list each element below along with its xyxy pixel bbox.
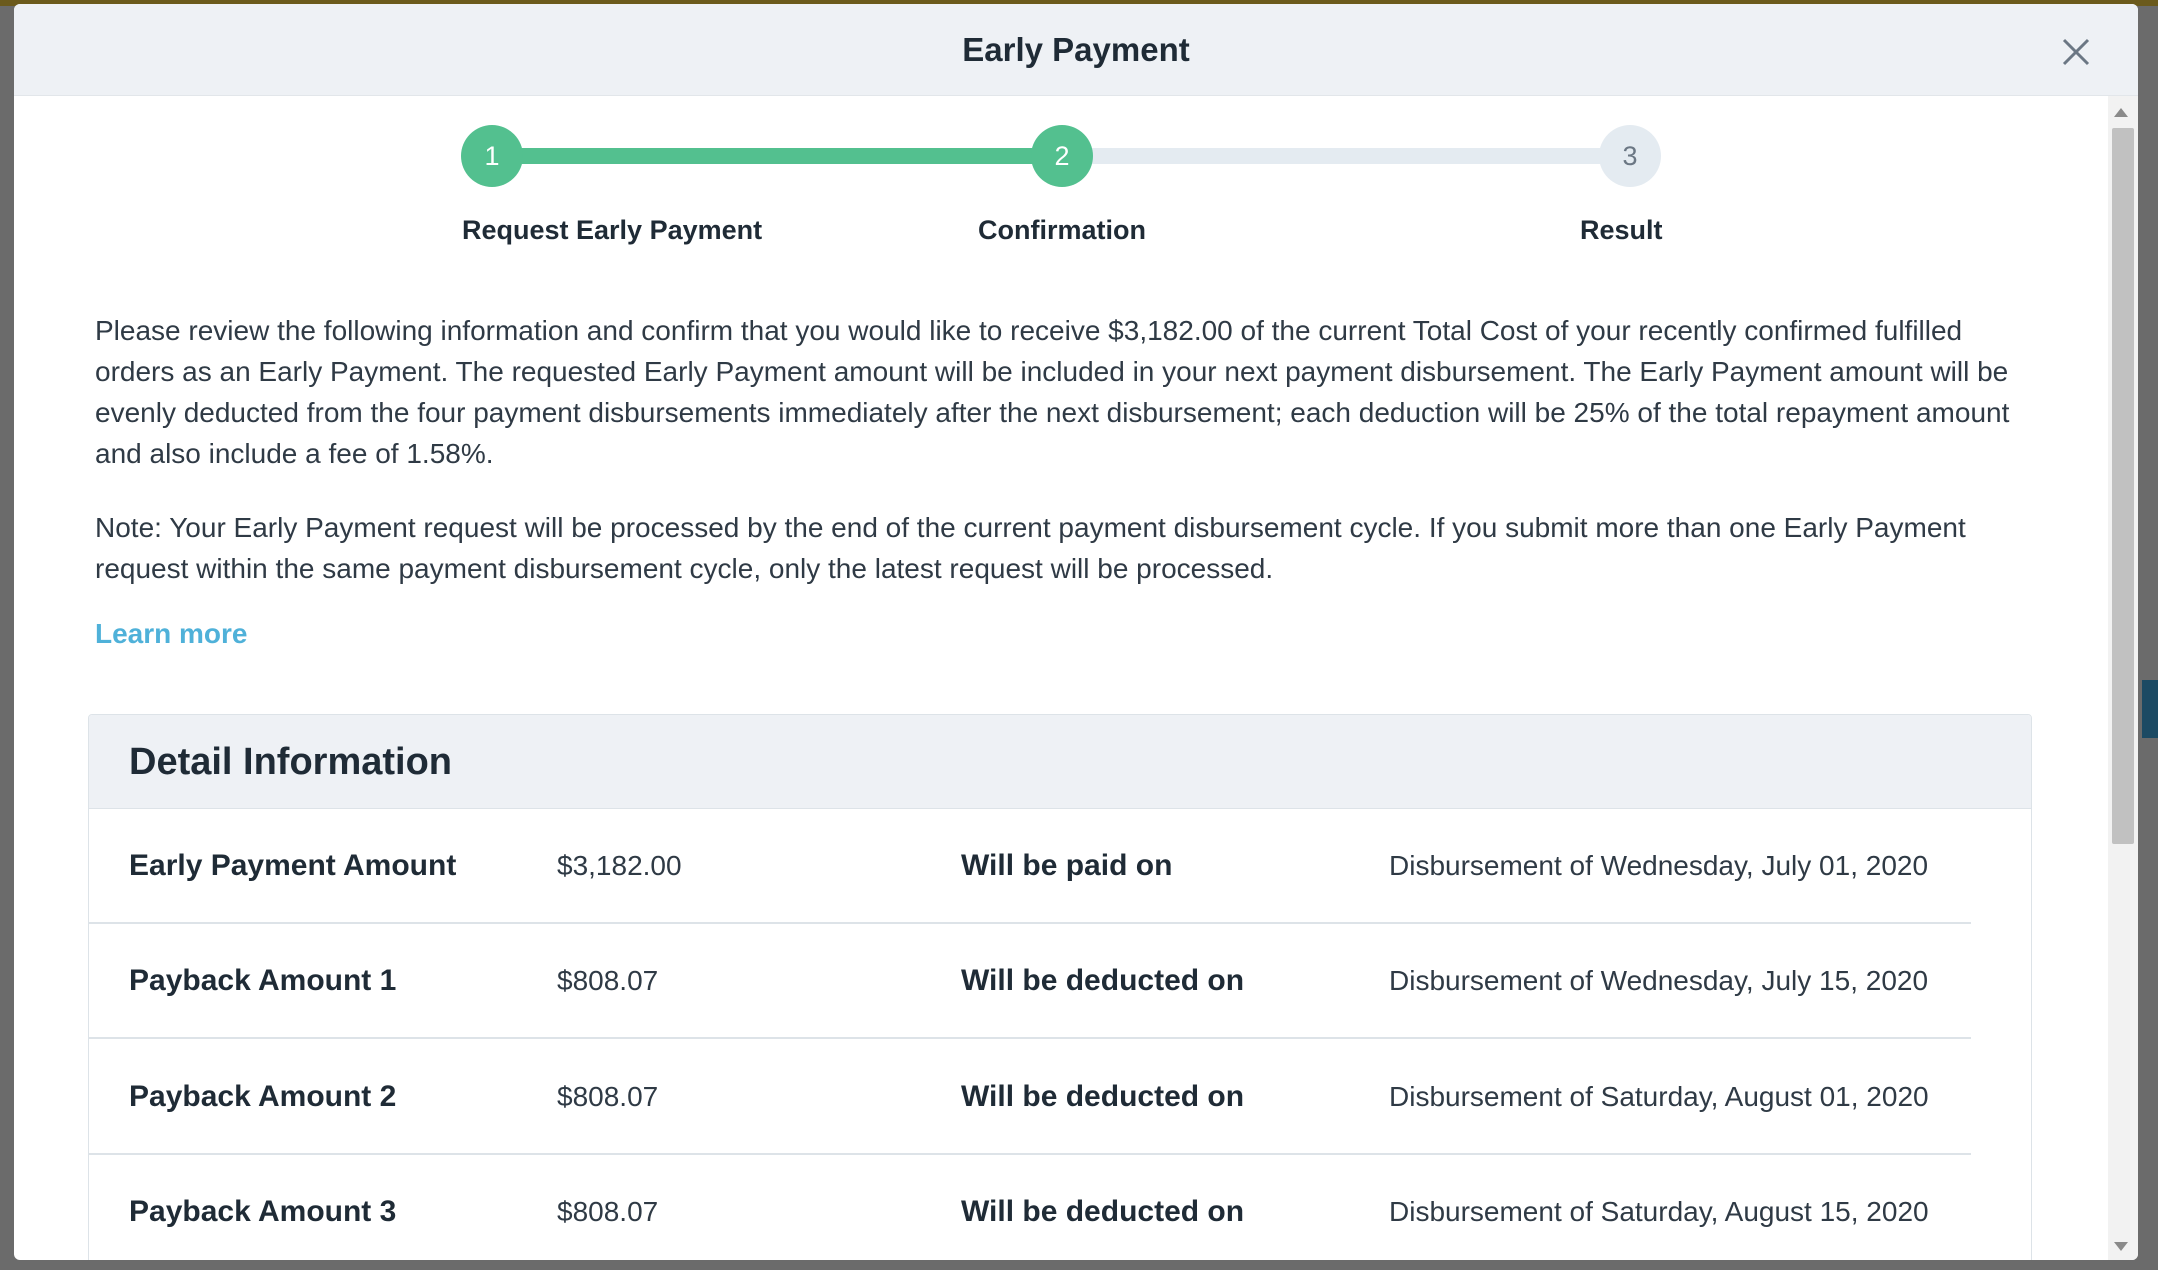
row-when-label: Will be paid on <box>961 849 1173 882</box>
stepper-line-pending <box>1074 148 1644 164</box>
detail-card-header: Detail Information <box>89 715 2031 809</box>
row-date: Disbursement of Saturday, August 01, 202… <box>1389 1081 1929 1112</box>
modal-scroll-content: 1 2 3 Request Early Payment Confirmation… <box>14 96 2108 1260</box>
row-when-label: Will be deducted on <box>961 1195 1245 1228</box>
processing-note: Note: Your Early Payment request will be… <box>95 512 1966 584</box>
backdrop-partial-panel <box>2142 680 2158 738</box>
stepper-line-completed <box>504 148 1074 164</box>
row-date: Disbursement of Wednesday, July 01, 2020 <box>1389 850 1929 881</box>
row-amount: $808.07 <box>557 1196 659 1227</box>
detail-row-payback-2: Payback Amount 2 $808.07 Will be deducte… <box>89 1040 1971 1155</box>
row-amount: $808.07 <box>557 1081 659 1112</box>
detail-row-payback-3: Payback Amount 3 $808.07 Will be deducte… <box>89 1155 1971 1260</box>
row-label: Payback Amount 1 <box>129 964 397 997</box>
step-2-circle: 2 <box>1031 125 1093 187</box>
step-3-label: Result <box>1580 215 1663 245</box>
row-label: Payback Amount 3 <box>129 1195 397 1228</box>
modal-title: Early Payment <box>962 31 1190 68</box>
close-button[interactable] <box>2054 30 2098 74</box>
row-amount: $3,182.00 <box>557 850 682 881</box>
step-2-label: Confirmation <box>978 215 1146 245</box>
scroll-down-arrow-icon[interactable] <box>2114 1242 2128 1251</box>
row-when-label: Will be deducted on <box>961 964 1245 997</box>
learn-more-link[interactable]: Learn more <box>95 616 248 652</box>
row-label: Early Payment Amount <box>129 849 457 882</box>
row-date: Disbursement of Saturday, August 15, 202… <box>1389 1196 1929 1227</box>
step-1-label: Request Early Payment <box>462 215 763 245</box>
detail-card-title: Detail Information <box>129 741 453 783</box>
early-payment-modal: Early Payment 1 2 3 Request Early Paymen… <box>14 4 2138 1260</box>
close-icon <box>2062 38 2090 66</box>
modal-header: Early Payment <box>14 4 2138 96</box>
step-1-circle: 1 <box>461 125 523 187</box>
step-3-circle: 3 <box>1599 125 1661 187</box>
confirmation-description: Please review the following information … <box>95 315 2010 469</box>
scroll-up-arrow-icon[interactable] <box>2114 108 2128 117</box>
scrollbar-thumb[interactable] <box>2112 128 2134 844</box>
detail-row-early-payment: Early Payment Amount $3,182.00 Will be p… <box>89 809 1971 924</box>
row-date: Disbursement of Wednesday, July 15, 2020 <box>1389 965 1929 996</box>
row-when-label: Will be deducted on <box>961 1080 1245 1113</box>
progress-stepper: 1 2 3 Request Early Payment Confirmation… <box>14 96 2108 266</box>
row-amount: $808.07 <box>557 965 659 996</box>
detail-row-payback-1: Payback Amount 1 $808.07 Will be deducte… <box>89 924 1971 1039</box>
detail-information-card: Detail Information Early Payment Amount … <box>88 714 2032 1260</box>
row-label: Payback Amount 2 <box>129 1080 397 1113</box>
